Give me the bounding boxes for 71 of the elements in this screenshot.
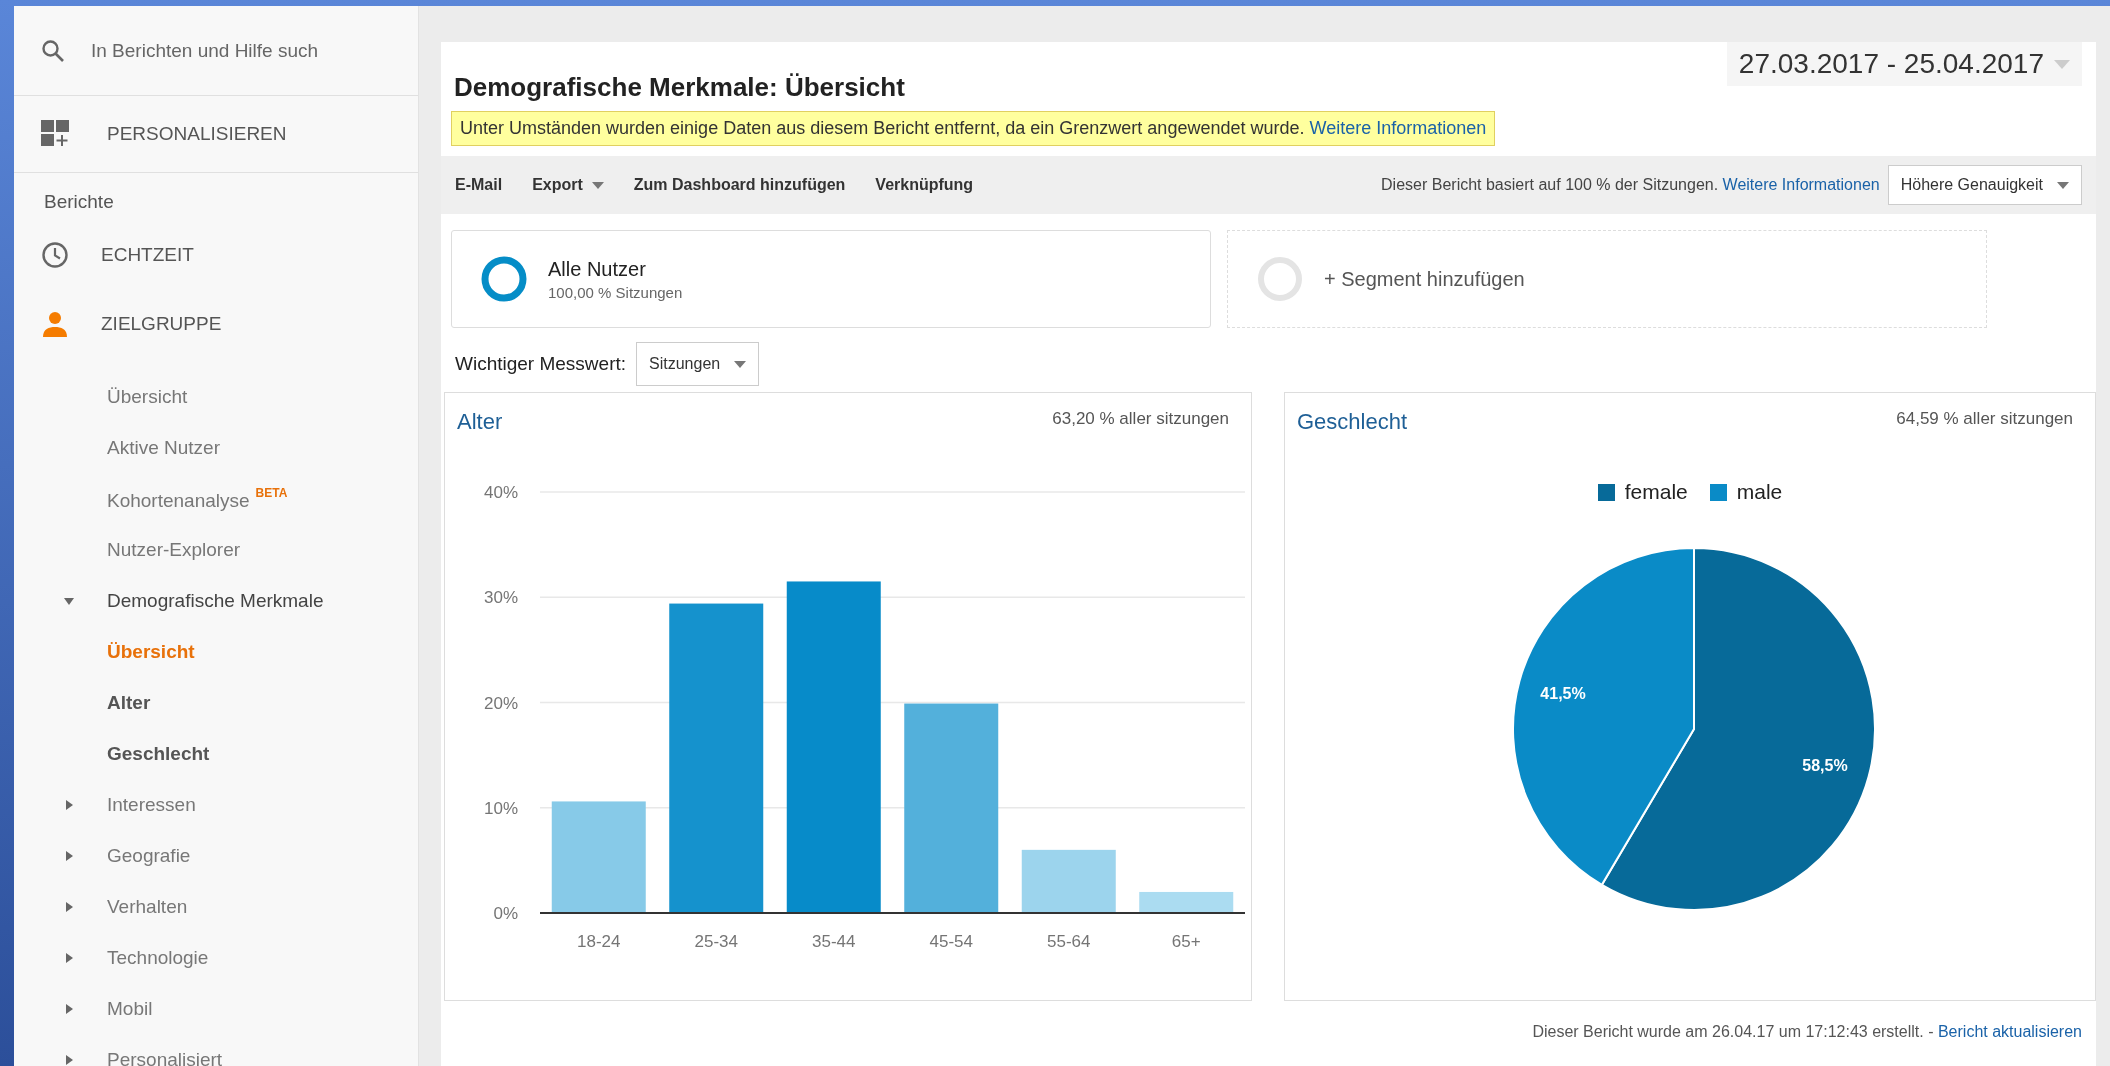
axis-category-label: 45-54 bbox=[929, 932, 973, 951]
section-label: Berichte bbox=[43, 190, 115, 214]
metric-dropdown[interactable]: Sitzungen bbox=[636, 342, 760, 386]
nav-item[interactable]: Demografische Merkmale bbox=[107, 589, 324, 612]
nav-item[interactable]: Interessen bbox=[107, 793, 196, 816]
add-segment-card[interactable]: + Segment hinzufügen bbox=[1227, 230, 1987, 328]
report-title: Demografische Merkmale: Übersicht bbox=[454, 72, 906, 103]
toolbar-action[interactable]: Zum Dashboard hinzufügen bbox=[633, 176, 846, 194]
axis-category-label: 35-44 bbox=[812, 932, 856, 951]
slice-value-label: 58,5% bbox=[1802, 756, 1848, 774]
date-range-picker[interactable]: 27.03.2017 - 25.04.2017 bbox=[1726, 42, 2082, 86]
nav-item[interactable]: Nutzer-Explorer bbox=[107, 538, 241, 561]
segment-name: + Segment hinzufügen bbox=[1324, 267, 1525, 291]
nav-item[interactable]: Geografie bbox=[107, 844, 191, 867]
more-info-link[interactable]: Weitere Informationen bbox=[1722, 176, 1880, 193]
panel-title: Geschlecht bbox=[1297, 409, 1408, 436]
dashboard-add-icon[interactable] bbox=[41, 120, 71, 148]
collapsed-arrow-icon[interactable] bbox=[66, 800, 73, 810]
ring-icon bbox=[1256, 255, 1304, 303]
search-icon[interactable] bbox=[41, 38, 65, 63]
threshold-notice: Unter Umständen wurden einige Daten aus diesem Bericht entfernt, da ein Grenzwert angewendet wurde. Weitere Informationen bbox=[451, 111, 1496, 146]
legend-swatch bbox=[1709, 483, 1727, 501]
ring-icon bbox=[480, 255, 528, 303]
report-timestamp: Dieser Bericht wurde am 26.04.17 um 17:12:43 erstellt. - Bericht aktualisieren bbox=[1532, 1023, 2082, 1040]
expanded-arrow-icon[interactable] bbox=[64, 598, 74, 605]
more-info-link[interactable]: Weitere Informationen bbox=[1309, 118, 1487, 138]
axis-category-label: 65+ bbox=[1171, 932, 1201, 951]
toolbar-action[interactable]: Verknüpfung bbox=[875, 176, 974, 194]
segment-card[interactable]: Alle Nutzer 100,00 % Sitzungen bbox=[451, 230, 1211, 328]
nav-item[interactable]: Übersicht bbox=[107, 385, 188, 408]
customize-link[interactable]: PERSONALISIEREN bbox=[107, 123, 287, 145]
collapsed-arrow-icon[interactable] bbox=[66, 953, 73, 963]
nav-item[interactable]: Kohortenanalyse $^{BETA}$ bbox=[107, 485, 288, 512]
nav-item[interactable]: Personalisiert bbox=[107, 1048, 223, 1066]
panel-title: Alter bbox=[457, 409, 503, 436]
nav-item[interactable]: Alter bbox=[107, 691, 151, 714]
collapsed-arrow-icon[interactable] bbox=[66, 1055, 73, 1065]
session-share: 63,20 % aller sitzungen bbox=[1052, 409, 1229, 430]
nav-item[interactable]: Verhalten bbox=[107, 895, 188, 918]
sampling-note: Dieser Bericht basiert auf 100 % der Sitzungen. Weitere Informationen bbox=[1381, 176, 1880, 194]
axis-category-label: 25-34 bbox=[694, 932, 738, 951]
legend-swatch bbox=[1597, 483, 1615, 501]
segment-name: Alle Nutzer bbox=[548, 257, 647, 281]
nav-section[interactable]: ZIELGRUPPE bbox=[101, 313, 222, 335]
nav-item[interactable]: Aktive Nutzer bbox=[107, 436, 220, 459]
nav-section[interactable]: ECHTZEIT bbox=[101, 244, 194, 266]
legend-label: female bbox=[1624, 480, 1688, 504]
collapsed-arrow-icon[interactable] bbox=[66, 851, 73, 861]
precision-dropdown[interactable]: Höhere Genauigkeit bbox=[1887, 165, 2082, 205]
axis-tick-label: 40% bbox=[483, 483, 518, 502]
legend-label: male bbox=[1736, 480, 1783, 504]
slice-value-label: 41,5% bbox=[1540, 685, 1586, 703]
beta-label: BETA bbox=[255, 485, 288, 500]
axis-tick-label: 20% bbox=[483, 693, 518, 713]
toolbar-action[interactable]: E-Mail bbox=[455, 176, 503, 194]
search-field[interactable]: In Berichten und Hilfe such bbox=[91, 39, 331, 62]
collapsed-arrow-icon[interactable] bbox=[66, 1004, 73, 1014]
axis-category-label: 55-64 bbox=[1047, 932, 1091, 951]
axis-tick-label: 0% bbox=[493, 904, 518, 923]
axis-category-label: 18-24 bbox=[577, 932, 621, 951]
nav-item[interactable]: Technologie bbox=[107, 946, 209, 969]
axis-tick-label: 10% bbox=[483, 798, 518, 818]
nav-item[interactable]: Mobil bbox=[107, 997, 153, 1020]
collapsed-arrow-icon[interactable] bbox=[66, 902, 73, 912]
metric-label: Wichtiger Messwert: bbox=[455, 353, 627, 375]
nav-item[interactable]: Geschlecht bbox=[107, 742, 210, 765]
refresh-report-link[interactable]: Bericht aktualisieren bbox=[1937, 1023, 2082, 1040]
toolbar-action[interactable]: Export bbox=[532, 176, 604, 194]
session-share: 64,59 % aller sitzungen bbox=[1896, 409, 2073, 430]
segment-detail: 100,00 % Sitzungen bbox=[548, 283, 683, 301]
axis-tick-label: 30% bbox=[483, 588, 518, 608]
